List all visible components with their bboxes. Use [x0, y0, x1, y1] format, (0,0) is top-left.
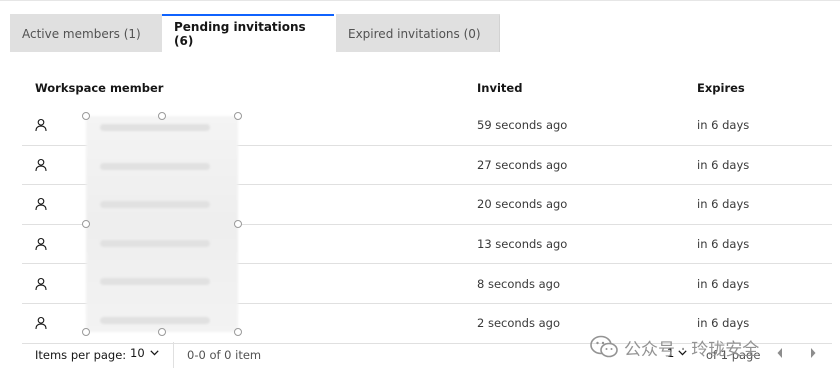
user-icon: [35, 198, 47, 211]
redacted-text: [100, 240, 210, 247]
column-header-member[interactable]: Workspace member: [35, 81, 163, 95]
divider: [173, 342, 174, 368]
expires-time: in 6 days: [697, 237, 750, 252]
expires-time: in 6 days: [697, 316, 750, 331]
resize-handle[interactable]: [82, 328, 90, 336]
expires-time: in 6 days: [697, 118, 750, 133]
tab-label: Expired invitations (0): [348, 27, 481, 41]
invited-time: 20 seconds ago: [477, 197, 568, 212]
items-per-page-select[interactable]: 10: [130, 346, 159, 360]
next-page-icon[interactable]: [809, 347, 817, 359]
user-icon: [35, 158, 47, 171]
redacted-text: [100, 278, 210, 285]
members-page: Active members (1) Pending invitations (…: [0, 0, 840, 379]
invited-time: 13 seconds ago: [477, 237, 568, 252]
invited-time: 8 seconds ago: [477, 276, 561, 291]
redacted-text: [100, 201, 210, 208]
redacted-text: [100, 163, 210, 170]
column-header-invited[interactable]: Invited: [477, 81, 522, 95]
table-header: Workspace member Invited Expires: [22, 70, 832, 106]
tab-expired-invitations[interactable]: Expired invitations (0): [336, 14, 500, 52]
wechat-icon: [590, 335, 618, 358]
previous-page-icon[interactable]: [776, 347, 784, 359]
expires-time: in 6 days: [697, 157, 750, 172]
user-icon: [35, 238, 47, 251]
resize-handle[interactable]: [234, 328, 242, 336]
tab-bar: Active members (1) Pending invitations (…: [10, 14, 500, 52]
items-per-page-label: Items per page:: [35, 348, 127, 362]
invited-time: 59 seconds ago: [477, 118, 568, 133]
resize-handle[interactable]: [158, 112, 166, 120]
tab-label: Active members (1): [22, 27, 141, 41]
invited-time: 2 seconds ago: [477, 316, 561, 331]
user-icon: [35, 119, 47, 132]
user-icon: [35, 317, 47, 330]
tab-active-members[interactable]: Active members (1): [10, 14, 162, 52]
column-header-expires[interactable]: Expires: [697, 81, 745, 95]
expires-time: in 6 days: [697, 276, 750, 291]
redacted-text: [100, 124, 210, 131]
redacted-member-emails[interactable]: [86, 116, 238, 332]
expires-time: in 6 days: [697, 197, 750, 212]
resize-handle[interactable]: [82, 112, 90, 120]
watermark: 公众号 · 玲珑安全: [590, 332, 759, 362]
tab-pending-invitations[interactable]: Pending invitations (6): [162, 14, 334, 52]
resize-handle[interactable]: [234, 112, 242, 120]
tab-label: Pending invitations (6): [174, 20, 306, 48]
invited-time: 27 seconds ago: [477, 157, 568, 172]
redacted-text: [100, 317, 210, 324]
watermark-text: 公众号 · 玲珑安全: [624, 339, 760, 360]
items-per-page-value: 10: [130, 346, 145, 360]
resize-handle[interactable]: [234, 220, 242, 228]
user-icon: [35, 277, 47, 290]
resize-handle[interactable]: [158, 328, 166, 336]
resize-handle[interactable]: [82, 220, 90, 228]
chevron-down-icon: [150, 350, 159, 356]
item-range: 0-0 of 0 item: [187, 348, 262, 362]
